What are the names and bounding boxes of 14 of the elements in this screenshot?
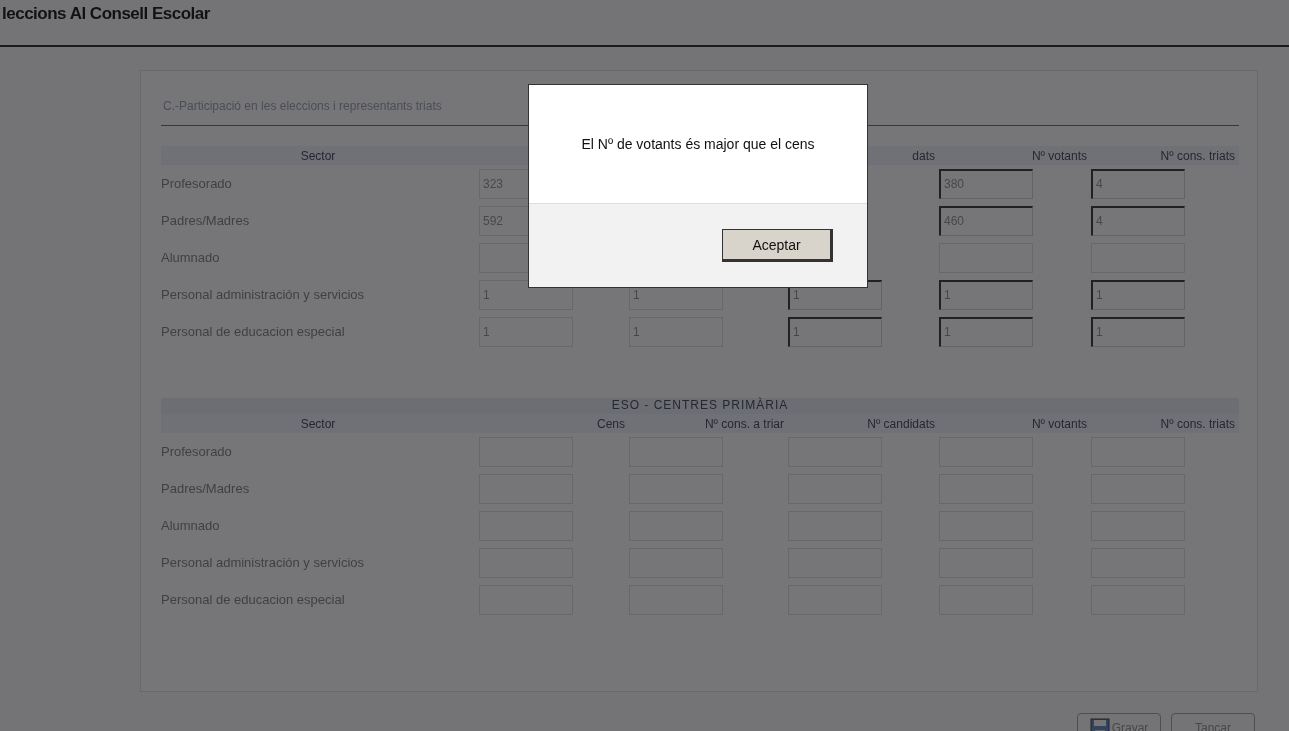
window-title: leccions Al Consell Escolar [2,3,210,24]
dialog-message: El Nº de votants és major que el cens [581,136,815,152]
column-header: Sector [299,416,337,431]
column-header: Sector [299,148,337,163]
column-header: Cens [596,416,626,431]
column-header: Nº candidats [866,416,936,431]
table-caption: ESO - CENTRES PRIMÀRIA [161,398,1239,414]
accept-button[interactable]: Aceptar [722,229,833,262]
column-header: Nº votants [1030,148,1088,163]
column-header: Nº cons. triats [1159,416,1236,431]
column-header: Nº votants [1030,416,1088,431]
column-header: Nº cons. triats [1159,148,1236,163]
column-header: dats [911,148,936,163]
column-header: Nº cons. a triar [703,416,785,431]
